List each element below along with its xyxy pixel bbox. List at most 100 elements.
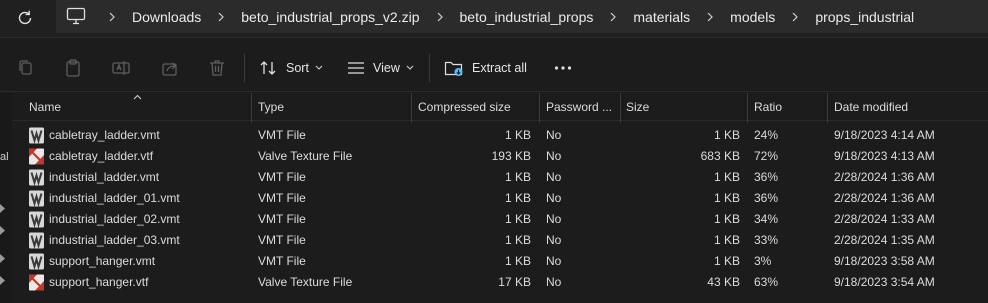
view-label: View — [373, 61, 400, 75]
refresh-icon[interactable] — [14, 7, 36, 29]
cell-password: No — [546, 254, 562, 268]
this-pc-icon[interactable] — [66, 7, 86, 25]
chevron-right-icon[interactable] — [0, 276, 6, 285]
breadcrumb-item-models[interactable]: models — [726, 9, 779, 25]
cell-size: 43 KB — [707, 275, 740, 289]
table-row[interactable]: industrial_ladder_03.vmt VMT File 1 KB No 1 … — [12, 230, 988, 251]
view-button[interactable]: View — [347, 56, 414, 80]
cell-ratio: 24% — [754, 128, 779, 142]
cell-compressed-size: 193 KB — [491, 149, 531, 163]
table-row[interactable]: cabletray_ladder.vtf Valve Texture File 19… — [12, 146, 988, 167]
cell-type: VMT File — [258, 191, 306, 205]
nav-item-fragment[interactable]: al — [0, 151, 9, 163]
breadcrumb-item-props-industrial[interactable]: props_industrial — [811, 9, 918, 25]
column-header-row: Name Type Compressed size Password ... S… — [12, 93, 988, 123]
copy-icon[interactable] — [15, 57, 37, 79]
column-header-type[interactable]: Type — [258, 93, 408, 121]
rename-icon[interactable] — [110, 57, 132, 79]
chevron-right-icon[interactable] — [424, 12, 456, 22]
cell-type: Valve Texture File — [258, 275, 353, 289]
column-resize-handle[interactable] — [620, 93, 621, 123]
chevron-right-icon[interactable] — [96, 12, 128, 22]
column-header-ratio[interactable]: Ratio — [754, 93, 824, 121]
cell-name: industrial_ladder_03.vmt — [49, 233, 180, 247]
cell-compressed-size: 1 KB — [504, 212, 531, 226]
chevron-right-icon[interactable] — [597, 12, 629, 22]
cell-password: No — [546, 128, 562, 142]
chevron-down-icon — [315, 65, 323, 70]
cell-date-modified: 9/18/2023 3:54 AM — [834, 275, 935, 289]
cell-type: VMT File — [258, 128, 306, 142]
chevron-right-icon[interactable] — [205, 12, 237, 22]
chevron-down-icon — [406, 65, 414, 70]
cell-ratio: 36% — [754, 191, 779, 205]
sort-button[interactable]: Sort — [260, 56, 323, 80]
cell-compressed-size: 1 KB — [504, 191, 531, 205]
cell-size: 683 KB — [700, 149, 740, 163]
cell-size: 1 KB — [713, 191, 740, 205]
column-header-compressed-size[interactable]: Compressed size — [418, 93, 538, 121]
chevron-right-icon[interactable] — [0, 204, 6, 213]
cell-password: No — [546, 233, 562, 247]
cell-compressed-size: 1 KB — [504, 254, 531, 268]
column-header-name[interactable]: Name — [29, 93, 244, 121]
cell-name: industrial_ladder_02.vmt — [49, 212, 180, 226]
view-icon — [348, 62, 364, 74]
command-bar: Sort View Extract all — [0, 44, 988, 92]
cell-password: No — [546, 170, 562, 184]
share-icon[interactable] — [159, 57, 181, 79]
cell-date-modified: 9/18/2023 4:14 AM — [834, 128, 935, 142]
paste-icon[interactable] — [62, 57, 84, 79]
breadcrumb-item-materials[interactable]: materials — [629, 9, 694, 25]
cell-date-modified: 2/28/2024 1:36 AM — [834, 191, 935, 205]
chevron-right-icon[interactable] — [0, 254, 6, 263]
more-options-icon[interactable] — [554, 65, 572, 71]
cell-ratio: 63% — [754, 275, 779, 289]
column-resize-handle[interactable] — [827, 93, 828, 123]
cell-size: 1 KB — [713, 128, 740, 142]
breadcrumb-item-zip[interactable]: beto_industrial_props_v2.zip — [237, 9, 423, 25]
column-header-password[interactable]: Password ... — [546, 93, 620, 121]
cell-ratio: 33% — [754, 233, 779, 247]
cell-compressed-size: 1 KB — [504, 233, 531, 247]
table-row[interactable]: support_hanger.vtf Valve Texture File 17 K… — [12, 272, 988, 293]
vmt-file-icon — [28, 211, 45, 229]
navigation-pane[interactable] — [0, 93, 12, 303]
cell-date-modified: 9/18/2023 4:13 AM — [834, 149, 935, 163]
chevron-right-icon[interactable] — [779, 12, 811, 22]
table-row[interactable]: industrial_ladder_02.vmt VMT File 1 KB No 1 … — [12, 209, 988, 230]
file-list: cabletray_ladder.vmt VMT File 1 KB No 1 KB 24… — [12, 125, 988, 293]
extract-all-label: Extract all — [472, 61, 527, 75]
column-resize-handle[interactable] — [539, 93, 540, 123]
table-row[interactable]: cabletray_ladder.vmt VMT File 1 KB No 1 KB 24… — [12, 125, 988, 146]
cell-name: cabletray_ladder.vtf — [49, 149, 154, 163]
vmt-file-icon — [28, 169, 45, 187]
column-header-date-modified[interactable]: Date modified — [834, 93, 974, 121]
extract-all-button[interactable]: Extract all — [444, 56, 527, 80]
column-resize-handle[interactable] — [411, 93, 412, 123]
breadcrumb-item-downloads[interactable]: Downloads — [128, 9, 205, 25]
cell-date-modified: 2/28/2024 1:35 AM — [834, 233, 935, 247]
column-resize-handle[interactable] — [747, 93, 748, 123]
column-resize-handle[interactable] — [251, 93, 252, 123]
table-row[interactable]: industrial_ladder_01.vmt VMT File 1 KB No 1 … — [12, 188, 988, 209]
sort-label: Sort — [286, 61, 309, 75]
delete-icon[interactable] — [206, 57, 228, 79]
cell-size: 1 KB — [713, 254, 740, 268]
table-row[interactable]: support_hanger.vmt VMT File 1 KB No 1 KB 3% 9/… — [12, 251, 988, 272]
table-row[interactable]: industrial_ladder.vmt VMT File 1 KB No 1 KB 3… — [12, 167, 988, 188]
cell-name: support_hanger.vmt — [49, 254, 156, 268]
column-header-size[interactable]: Size — [626, 93, 746, 121]
toolbar-divider — [429, 54, 430, 82]
cell-compressed-size: 1 KB — [504, 128, 531, 142]
cell-type: VMT File — [258, 170, 306, 184]
cell-ratio: 36% — [754, 170, 779, 184]
chevron-right-icon[interactable] — [0, 226, 6, 235]
chevron-right-icon[interactable] — [694, 12, 726, 22]
vmt-file-icon — [28, 190, 45, 208]
cell-date-modified: 2/28/2024 1:33 AM — [834, 212, 935, 226]
cell-name: cabletray_ladder.vmt — [49, 128, 160, 142]
breadcrumb-item-props-folder[interactable]: beto_industrial_props — [456, 9, 598, 25]
address-bar[interactable]: Downloads beto_industrial_props_v2.zip b… — [56, 0, 988, 33]
cell-password: No — [546, 275, 562, 289]
